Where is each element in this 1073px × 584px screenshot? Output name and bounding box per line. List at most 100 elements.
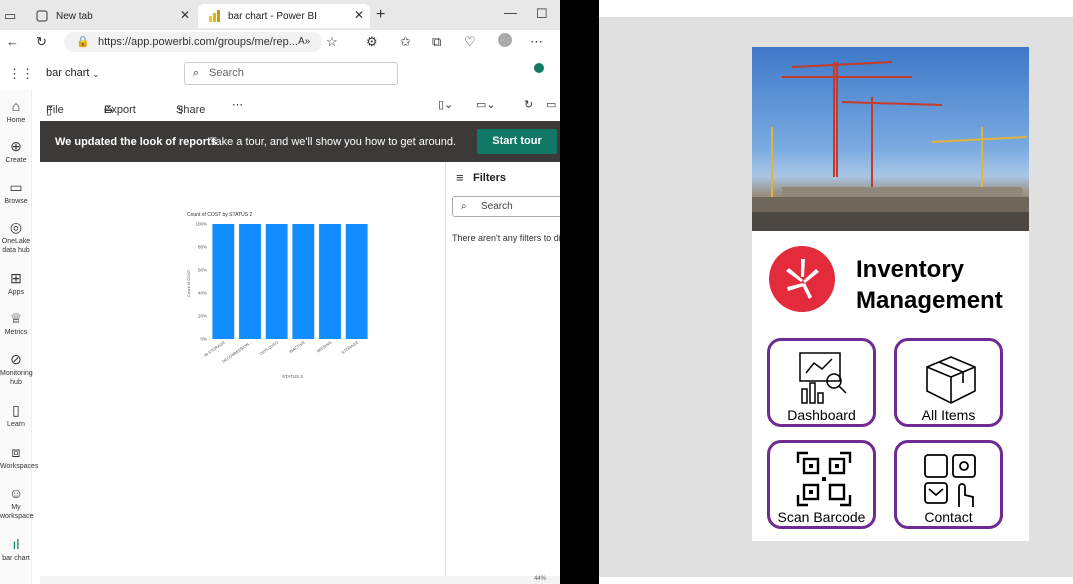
y-tick-label: 60% (198, 268, 207, 273)
refresh-report-icon[interactable]: ↻ (524, 98, 533, 111)
filter-icon: ≡ (456, 170, 464, 185)
chart-bar[interactable] (265, 224, 288, 339)
app-title: Inventory Management (856, 256, 1003, 314)
chart-bar[interactable] (239, 224, 261, 339)
nav-home[interactable]: ⌂ Home (0, 98, 32, 125)
start-tour-button[interactable]: Start tour (477, 129, 557, 154)
chart-bar[interactable] (212, 224, 235, 339)
person-icon: ☺ (8, 485, 24, 501)
app-launcher-icon[interactable]: ⋮⋮ (8, 66, 34, 82)
status-dot-icon (534, 63, 544, 73)
y-axis-title: Count of COST (186, 269, 191, 297)
refresh-icon[interactable]: ↻ (36, 34, 47, 50)
construction-photo (752, 47, 1029, 231)
preview-top-strip (599, 0, 1073, 17)
nav-learn[interactable]: ▯ Learn (0, 402, 32, 429)
y-tick-label: 20% (198, 314, 207, 319)
report-name[interactable]: bar chart (46, 67, 89, 79)
nav-browse[interactable]: ▭ Browse (0, 179, 32, 206)
tab-power-bi[interactable]: bar chart - Power BI ✕ (198, 4, 370, 28)
search-placeholder: Search (209, 67, 244, 79)
nav-workspaces[interactable]: ⧈ Workspaces (0, 444, 38, 471)
power-bi-icon (209, 10, 220, 22)
search-input[interactable]: ⌕ Search (184, 62, 398, 85)
close-tab-icon[interactable]: ✕ (354, 8, 364, 22)
chart-bar[interactable] (319, 224, 341, 339)
contact-label: Contact (924, 509, 973, 525)
trophy-icon: ♕ (9, 310, 23, 326)
filter-search-input[interactable]: ⌕ Search (452, 196, 560, 217)
nav-onelake[interactable]: ◎ OneLake data hub (0, 219, 32, 255)
yelp-logo-icon (769, 246, 835, 312)
update-banner: We updated the look of reports Take a to… (40, 121, 560, 162)
zoom-level[interactable]: 44% (534, 576, 546, 582)
y-tick-label: 40% (198, 291, 207, 296)
chart-bar[interactable] (292, 224, 315, 339)
scan-barcode-label: Scan Barcode (777, 509, 866, 525)
view-icon[interactable]: ▭⌄ (476, 98, 496, 111)
report-canvas: Count of COST by STATUS 2 Count of COST … (40, 162, 446, 578)
x-tick-label: MISSING (316, 340, 333, 354)
scan-barcode-button[interactable]: Scan Barcode (767, 440, 876, 529)
book-icon: ▯ (12, 402, 20, 418)
nav-bar-chart[interactable]: ıl bar chart (0, 536, 32, 563)
powerapps-preview: Inventory Management Dashboard All Items… (599, 0, 1073, 584)
status-bar: 44% (40, 576, 560, 584)
nav-monitoring[interactable]: ⊘ Monitoring hub (0, 351, 33, 387)
qr-code-icon (796, 451, 852, 507)
address-bar-row: ← ↻ 🔒 https://app.powerbi.com/groups/me/… (0, 30, 560, 54)
favorites-icon[interactable]: ✩ (400, 34, 411, 50)
folder-icon: ▭ (9, 179, 23, 195)
dashboard-button[interactable]: Dashboard (767, 338, 876, 427)
new-tab-icon[interactable]: + (376, 7, 385, 23)
sidebar-toggle-icon[interactable]: ▭ (4, 8, 16, 24)
minimize-icon[interactable]: — (504, 5, 517, 21)
extensions-icon[interactable]: ⚙ (366, 34, 378, 50)
favorite-star-icon[interactable]: ☆ (326, 34, 338, 50)
x-tick-label: INACTIVE (288, 340, 306, 355)
browser-window: ▭ New tab ✕ bar chart - Power BI ✕ + — ☐… (0, 0, 560, 584)
contact-icon (924, 454, 976, 507)
plus-circle-icon: ⊕ (10, 138, 22, 154)
chevron-down-icon[interactable]: ⌄ (92, 66, 100, 82)
x-tick-label: IN STORAGE (203, 340, 226, 358)
all-items-button[interactable]: All Items (894, 338, 1003, 427)
bar-chart[interactable]: Count of COST by STATUS 2 Count of COST … (40, 202, 446, 442)
nav-my-workspace[interactable]: ☺ My workspace (0, 485, 33, 521)
close-tab-icon[interactable]: ✕ (180, 8, 190, 22)
maximize-icon[interactable]: ☐ (536, 6, 548, 22)
search-icon: ⌕ (461, 201, 467, 212)
x-axis-title: STATUS 2 (282, 374, 303, 379)
home-icon: ⌂ (11, 98, 21, 114)
page-icon (36, 10, 48, 22)
collections-icon[interactable]: ⧉ (432, 34, 441, 50)
tab-label: bar chart - Power BI (228, 10, 317, 22)
back-icon[interactable]: ← (6, 34, 19, 50)
bookmark-icon[interactable]: ▯⌄ (438, 98, 453, 111)
nav-metrics[interactable]: ♕ Metrics (0, 310, 32, 337)
dashboard-icon (799, 352, 847, 404)
chart-bar[interactable] (345, 224, 368, 339)
tab-strip: ▭ New tab ✕ bar chart - Power BI ✕ + — ☐ (0, 0, 560, 30)
health-icon[interactable]: ♡ (464, 34, 476, 50)
url-field[interactable]: 🔒 https://app.powerbi.com/groups/me/rep.… (64, 32, 322, 52)
export-menu[interactable]: ↦ Export ⌄ (104, 98, 136, 117)
comment-icon[interactable]: ▭ (546, 98, 556, 111)
nav-apps[interactable]: ⊞ Apps (0, 270, 32, 297)
contact-button[interactable]: Contact (894, 440, 1003, 529)
more-icon[interactable]: ⋯ (530, 34, 543, 50)
file-menu[interactable]: ▯ File ⌄ (46, 98, 64, 117)
bar-chart-icon: ıl (12, 536, 20, 552)
more-options-icon[interactable]: ⋯ (232, 98, 243, 111)
cranes-illustration (752, 61, 1029, 231)
all-items-label: All Items (921, 407, 976, 423)
tab-new-tab[interactable]: New tab ✕ (26, 4, 196, 28)
search-icon: ⌕ (193, 67, 200, 79)
nav-create[interactable]: ⊕ Create (0, 138, 32, 165)
x-tick-label: STORAGE (340, 340, 359, 355)
box-icon (926, 356, 976, 404)
read-aloud-icon[interactable]: A» (298, 34, 310, 50)
profile-avatar[interactable] (498, 33, 512, 47)
preview-bottom-strip (599, 577, 1073, 584)
nav-rail: ⌂ Home ⊕ Create ▭ Browse ◎ OneLake data hub … (0, 90, 38, 584)
